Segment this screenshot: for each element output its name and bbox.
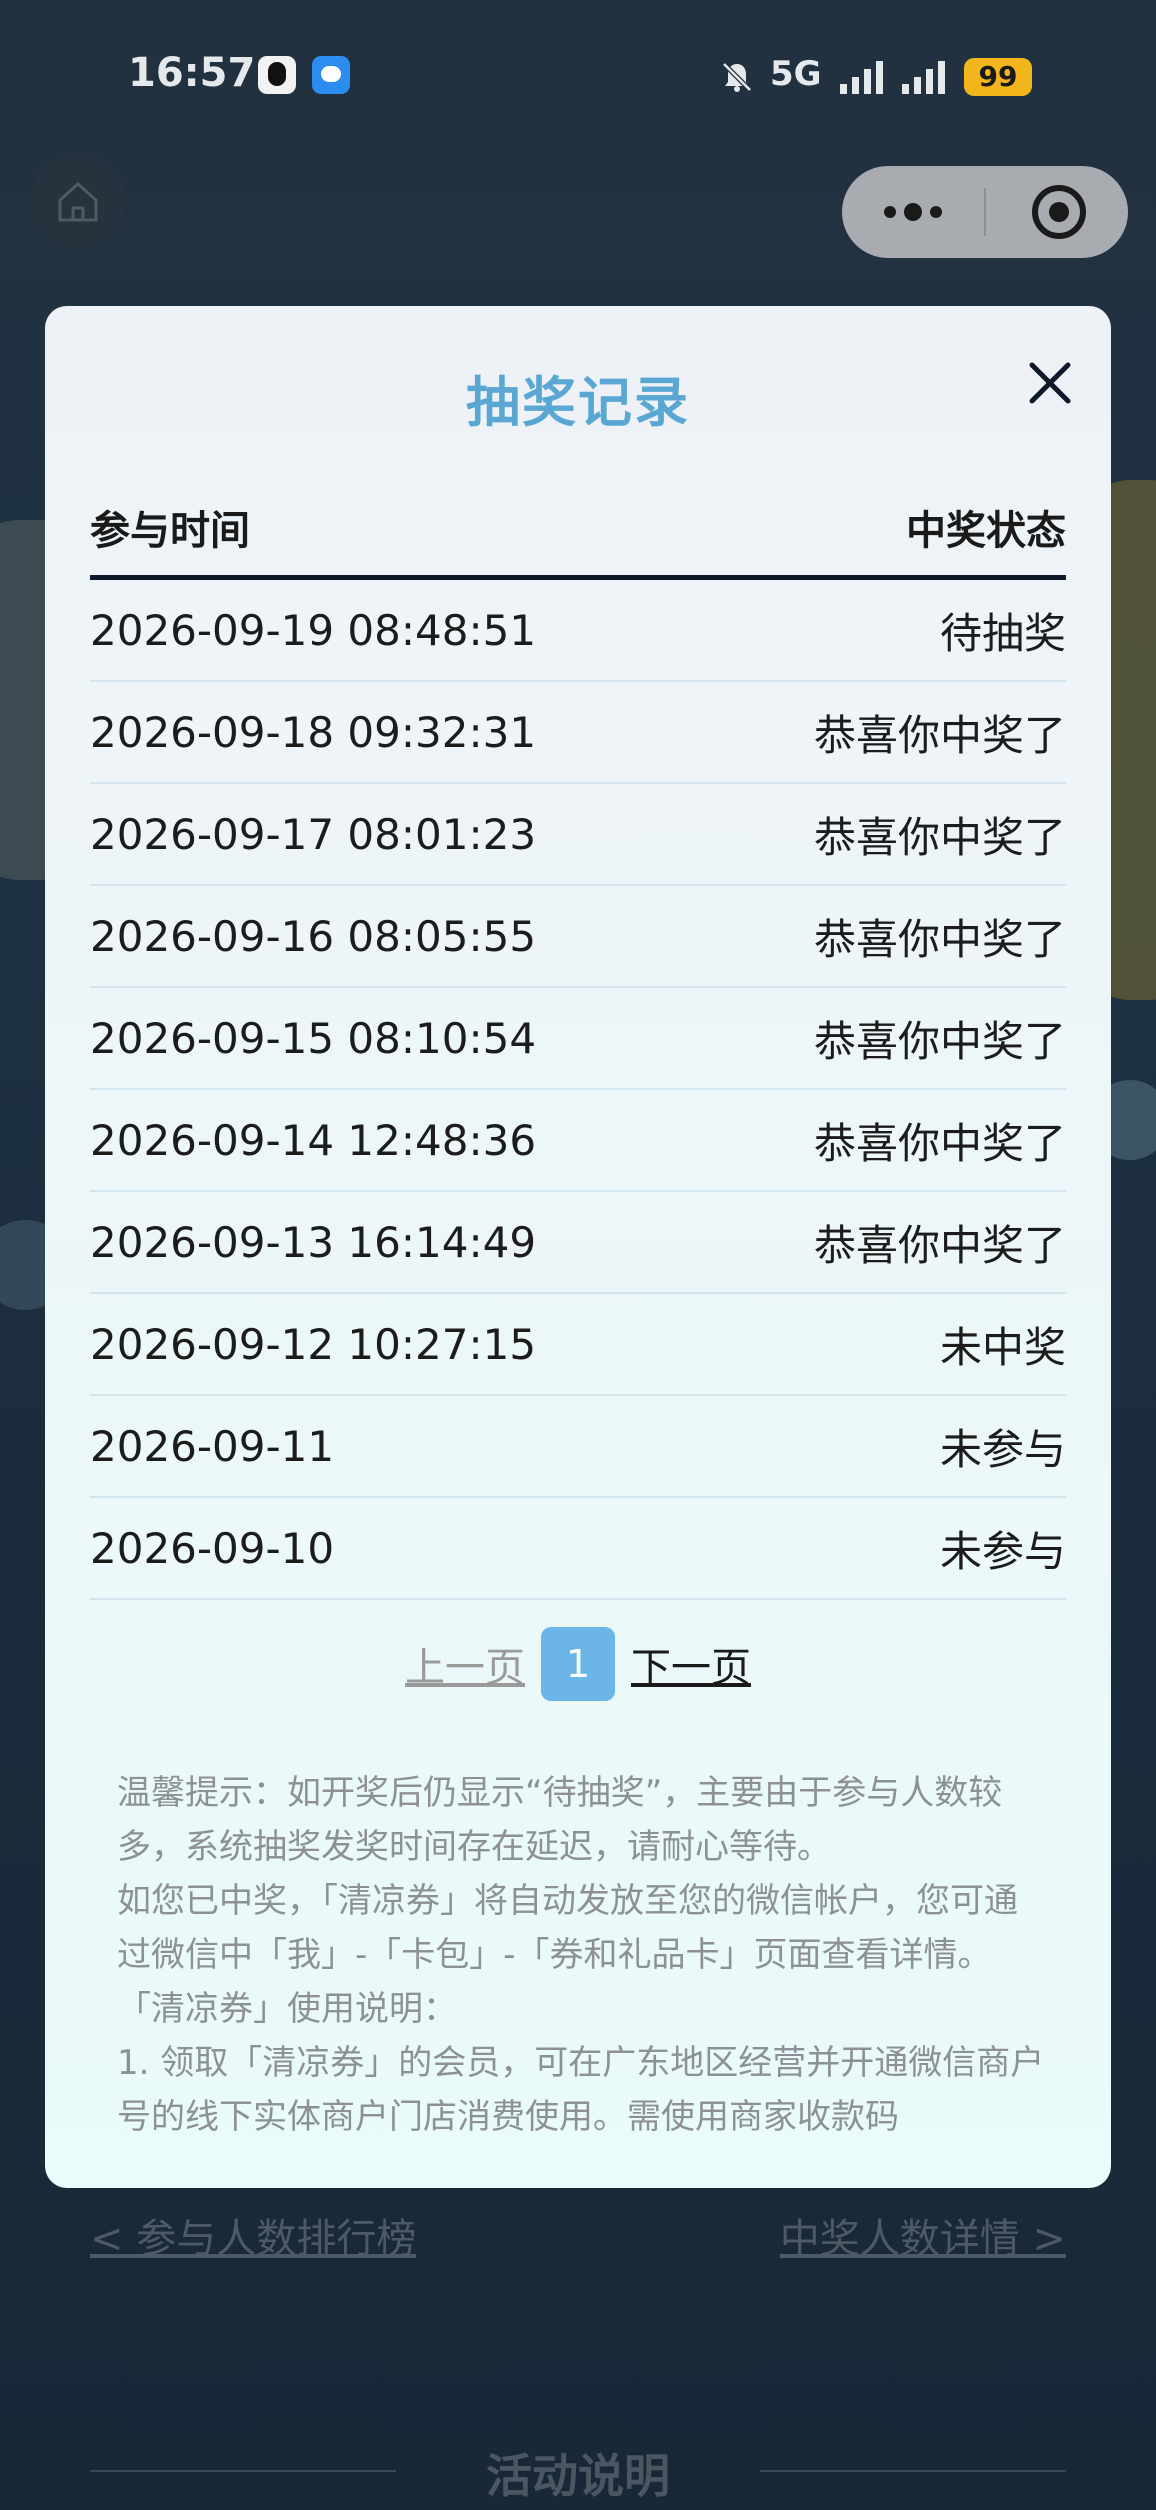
row-status: 恭喜你中奖了: [813, 812, 1066, 862]
row-time: 2026-09-10: [90, 1523, 335, 1573]
row-status: 待抽奖: [939, 608, 1066, 658]
table-row: 2026-09-17 08:01:23 恭喜你中奖了: [90, 784, 1066, 886]
row-time: 2026-09-19 08:48:51: [90, 605, 537, 655]
home-button[interactable]: [30, 154, 126, 250]
row-time: 2026-09-11: [90, 1421, 335, 1471]
battery-indicator: 99: [964, 58, 1032, 96]
column-header-status: 中奖状态: [906, 507, 1066, 554]
miniprogram-capsule: [842, 166, 1128, 258]
qq-app-icon: [258, 56, 296, 94]
home-icon: [58, 181, 98, 222]
winner-details-link[interactable]: 中奖人数详情 >: [780, 2206, 1066, 2264]
table-row: 2026-09-14 12:48:36 恭喜你中奖了: [90, 1090, 1066, 1192]
lottery-record-table: 参与时间 中奖状态 2026-09-19 08:48:51 待抽奖 2026-0…: [90, 478, 1066, 1600]
column-header-time: 参与时间: [90, 507, 250, 554]
current-page-indicator[interactable]: 1: [541, 1627, 615, 1701]
network-type: 5G: [770, 54, 822, 94]
row-status: 恭喜你中奖了: [813, 1220, 1066, 1270]
table-row: 2026-09-11 未参与: [90, 1396, 1066, 1498]
status-bar: 16:57 5G 99: [0, 0, 1156, 150]
tip-paragraph: 1. 领取「清凉券」的会员，可在广东地区经营并开通微信商户号的线下实体商户门店消…: [117, 2043, 1045, 2137]
row-status: 未参与: [939, 1526, 1066, 1576]
table-row: 2026-09-16 08:05:55 恭喜你中奖了: [90, 886, 1066, 988]
table-row: 2026-09-18 09:32:31 恭喜你中奖了: [90, 682, 1066, 784]
status-time: 16:57: [128, 50, 256, 96]
divider: [760, 2470, 1066, 2472]
row-time: 2026-09-12 10:27:15: [90, 1319, 537, 1369]
tip-paragraph: 温馨提示：如开奖后仍显示“待抽奖”，主要由于参与人数较多，系统抽奖发奖时间存在延…: [117, 1773, 1003, 1867]
table-row: 2026-09-15 08:10:54 恭喜你中奖了: [90, 988, 1066, 1090]
table-row: 2026-09-13 16:14:49 恭喜你中奖了: [90, 1192, 1066, 1294]
table-row: 2026-09-12 10:27:15 未中奖: [90, 1294, 1066, 1396]
tips-text: 温馨提示：如开奖后仍显示“待抽奖”，主要由于参与人数较多，系统抽奖发奖时间存在延…: [117, 1766, 1047, 2144]
signal-icon: [902, 61, 945, 94]
row-time: 2026-09-17 08:01:23: [90, 809, 537, 859]
more-button[interactable]: [842, 166, 984, 258]
pagination: 上一页 1 下一页: [45, 1626, 1111, 1702]
signal-icon: [840, 61, 883, 94]
table-row: 2026-09-19 08:48:51 待抽奖: [90, 580, 1066, 682]
row-status: 恭喜你中奖了: [813, 1016, 1066, 1066]
participant-ranking-link[interactable]: < 参与人数排行榜: [90, 2206, 416, 2264]
lottery-record-modal: 抽奖记录 参与时间 中奖状态 2026-09-19 08:48:51 待抽奖 2…: [45, 306, 1111, 2188]
table-row: 2026-09-10 未参与: [90, 1498, 1066, 1600]
activity-rules-section: 活动说明: [0, 2440, 1156, 2503]
row-time: 2026-09-13 16:14:49: [90, 1217, 537, 1267]
prev-page-button[interactable]: 上一页: [405, 1635, 525, 1693]
row-time: 2026-09-16 08:05:55: [90, 911, 537, 961]
row-status: 未中奖: [939, 1322, 1066, 1372]
modal-title: 抽奖记录: [466, 371, 690, 434]
row-time: 2026-09-15 08:10:54: [90, 1013, 537, 1063]
row-status: 未参与: [939, 1424, 1066, 1474]
activity-rules-title: 活动说明: [486, 2449, 670, 2503]
bell-muted-icon: [722, 62, 752, 92]
exit-miniprogram-button[interactable]: [986, 166, 1128, 258]
message-app-icon: [312, 56, 350, 94]
next-page-button[interactable]: 下一页: [631, 1635, 751, 1693]
row-status: 恭喜你中奖了: [813, 710, 1066, 760]
more-dots-icon: [884, 203, 942, 221]
row-time: 2026-09-18 09:32:31: [90, 707, 537, 757]
row-status: 恭喜你中奖了: [813, 1118, 1066, 1168]
tip-paragraph: 如您已中奖，「清凉券」将自动发放至您的微信帐户，您可通过微信中「我」-「卡包」-…: [117, 1881, 1018, 1975]
row-status: 恭喜你中奖了: [813, 914, 1066, 964]
close-icon[interactable]: [1015, 348, 1085, 418]
row-time: 2026-09-14 12:48:36: [90, 1115, 537, 1165]
tip-paragraph: 「清凉券」使用说明：: [117, 1989, 457, 2029]
table-header: 参与时间 中奖状态: [90, 478, 1066, 580]
target-close-icon: [1032, 185, 1086, 239]
